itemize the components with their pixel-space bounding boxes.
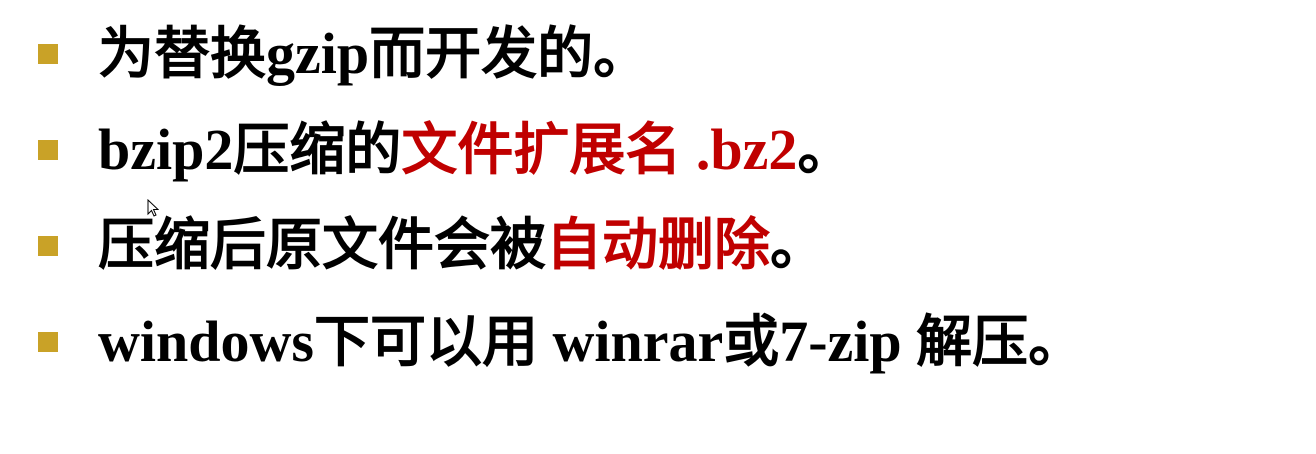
bullet-list: 为替换gzip而开发的。 bzip2压缩的文件扩展名 .bz2。 压缩后原文件会被自… (38, 6, 1084, 390)
highlighted-text: .bz2 (681, 117, 798, 182)
highlighted-text: 自动删除 (546, 213, 770, 278)
bullet-item: windows下可以用 winrar或7-zip 解压。 (38, 294, 1084, 390)
square-bullet-icon (38, 236, 58, 256)
slide: 为替换gzip而开发的。 bzip2压缩的文件扩展名 .bz2。 压缩后原文件会被自… (0, 0, 1316, 454)
text-segment: 而开发的。 (369, 22, 650, 87)
bullet-text: 为替换gzip而开发的。 (98, 25, 649, 83)
mouse-pointer-icon (147, 199, 159, 217)
square-bullet-icon (38, 332, 58, 352)
text-segment: 下可以用 (313, 310, 538, 375)
text-segment: 。 (797, 118, 854, 183)
text-segment: gzip (266, 21, 370, 86)
text-segment: windows (98, 309, 314, 374)
bullet-text: 压缩后原文件会被自动删除。 (98, 218, 826, 274)
bullet-item: 为替换gzip而开发的。 (38, 6, 1084, 102)
text-segment: 或 (723, 310, 780, 375)
text-segment: 7-zip (779, 309, 917, 374)
text-segment: bzip2 (98, 117, 234, 182)
highlighted-text: 文件扩展名 (401, 118, 682, 183)
bullet-item: 压缩后原文件会被自动删除。 (38, 198, 1084, 294)
square-bullet-icon (38, 44, 58, 64)
bullet-text: windows下可以用 winrar或7-zip 解压。 (98, 313, 1084, 371)
square-bullet-icon (38, 140, 58, 160)
text-segment: 解压。 (916, 310, 1085, 375)
text-segment: 压缩后原文件会被 (98, 213, 546, 278)
bullet-text: bzip2压缩的文件扩展名 .bz2。 (98, 121, 853, 179)
text-segment: 。 (770, 213, 826, 278)
text-segment: winrar (537, 309, 724, 374)
text-segment: 为替换 (98, 22, 266, 87)
bullet-item: bzip2压缩的文件扩展名 .bz2。 (38, 102, 1084, 198)
text-segment: 压缩的 (233, 118, 402, 183)
